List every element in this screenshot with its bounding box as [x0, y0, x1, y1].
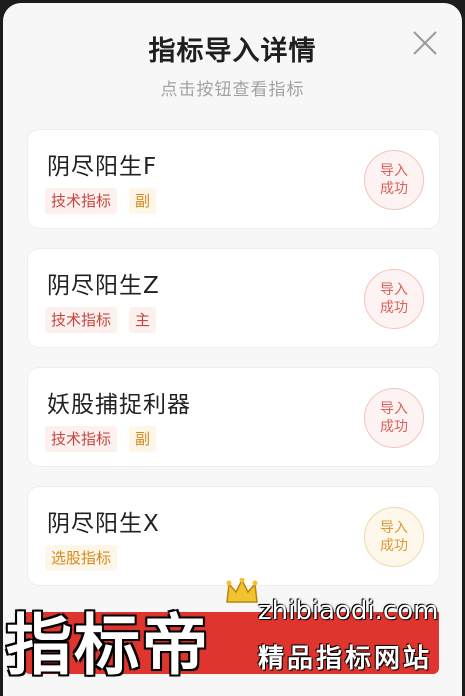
- indicator-role-tag: 副: [129, 188, 157, 214]
- indicator-card[interactable]: 阴尽阳生Z 技术指标 主 导入成功: [27, 248, 440, 348]
- indicator-card[interactable]: 阴尽阳生X 选股指标 导入成功: [27, 486, 440, 586]
- close-button[interactable]: [407, 25, 443, 61]
- import-status-badge[interactable]: 导入成功: [364, 388, 424, 448]
- import-status-text: 导入成功: [380, 163, 408, 197]
- close-icon: [413, 31, 437, 55]
- indicator-type-tag: 技术指标: [45, 307, 118, 333]
- indicator-role-tag: 副: [129, 426, 157, 452]
- watermark-brand: 指标帝: [6, 607, 210, 684]
- indicator-name: 妖股捕捉利器: [47, 392, 191, 418]
- page-title: 指标导入详情: [148, 36, 317, 67]
- indicator-name: 阴尽阳生Z: [47, 273, 160, 299]
- import-status-text: 导入成功: [380, 401, 408, 435]
- indicator-card[interactable]: 妖股捕捉利器 技术指标 副 导入成功: [27, 367, 440, 467]
- import-status-badge[interactable]: 导入成功: [364, 269, 424, 329]
- import-status-badge[interactable]: 导入成功: [364, 150, 424, 210]
- indicator-type-tag: 技术指标: [45, 188, 118, 214]
- crown-icon: [226, 578, 258, 603]
- watermark-url: zhibiaodi.com: [258, 596, 439, 626]
- indicator-role-tag: 主: [129, 307, 157, 333]
- import-status-text: 导入成功: [380, 520, 408, 554]
- indicator-type-tag: 技术指标: [45, 426, 118, 452]
- site-watermark: 指标帝 zhibiaodi.com 精品指标网站: [0, 578, 465, 696]
- watermark-slogan: 精品指标网站: [258, 644, 433, 674]
- import-status-badge[interactable]: 导入成功: [364, 507, 424, 567]
- indicator-card[interactable]: 阴尽阳生F 技术指标 副 导入成功: [27, 129, 440, 229]
- indicator-name: 阴尽阳生F: [47, 154, 158, 180]
- indicator-type-tag: 选股指标: [45, 545, 118, 571]
- import-status-text: 导入成功: [380, 282, 408, 316]
- indicator-name: 阴尽阳生X: [47, 511, 160, 537]
- page-subtitle: 点击按钮查看指标: [160, 80, 305, 100]
